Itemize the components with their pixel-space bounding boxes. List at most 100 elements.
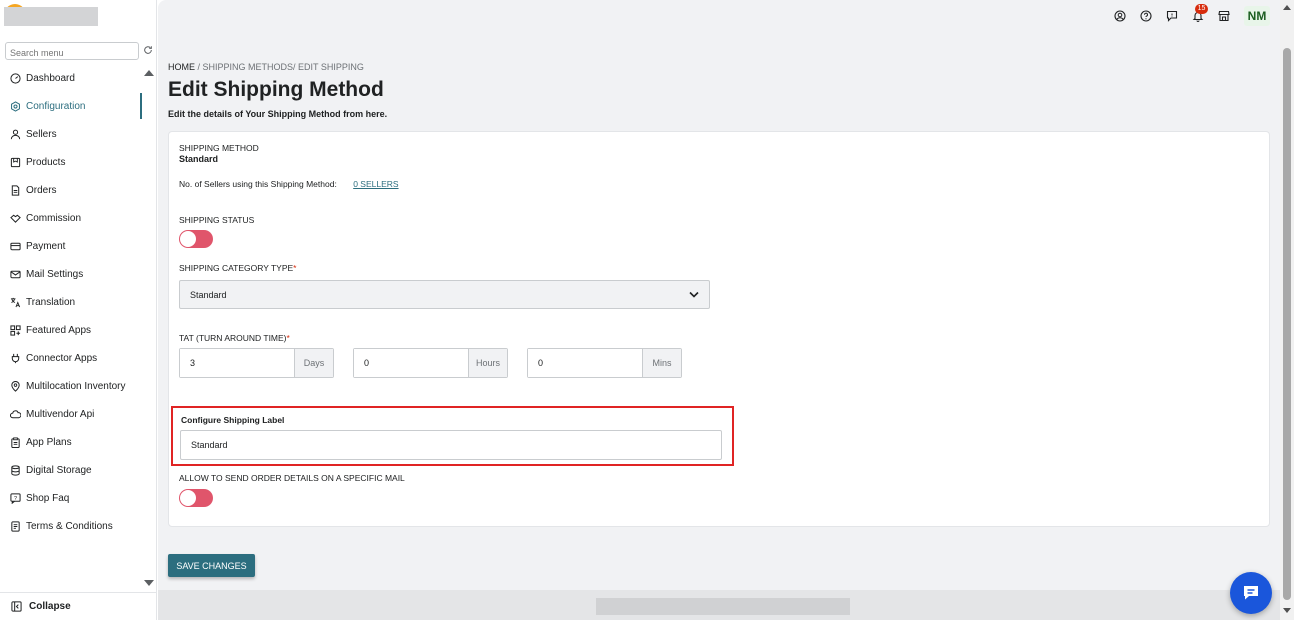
sidebar-item-multilocation-inventory[interactable]: Multilocation Inventory <box>0 372 140 400</box>
toggle-knob <box>180 490 196 506</box>
sidebar-item-mail-settings[interactable]: Mail Settings <box>0 260 140 288</box>
sidebar-item-label: Configuration <box>26 100 86 112</box>
sidebar-item-digital-storage[interactable]: Digital Storage <box>0 456 140 484</box>
sidebar-item-label: Orders <box>26 184 57 196</box>
mail-icon <box>10 270 21 278</box>
sidebar-item-label: Payment <box>26 240 66 252</box>
sidebar-item-translation[interactable]: Translation <box>0 288 140 316</box>
svg-text:?: ? <box>14 495 17 501</box>
required-mark: * <box>293 263 297 273</box>
sidebar-item-featured-apps[interactable]: Featured Apps <box>0 316 140 344</box>
product-icon <box>10 157 21 167</box>
required-mark: * <box>286 333 290 343</box>
chevron-down-icon <box>689 291 699 298</box>
shipping-method-card: SHIPPING METHOD Standard No. of Sellers … <box>168 131 1270 527</box>
shipping-status-label: SHIPPING STATUS <box>179 215 255 225</box>
app-window: Dashboard Configuration Sellers Products… <box>0 0 1294 620</box>
orders-icon <box>11 184 20 196</box>
sidebar-item-commission[interactable]: Commission <box>0 204 140 232</box>
configure-shipping-label-input[interactable] <box>180 430 722 460</box>
breadcrumb: HOME / SHIPPING METHODS/ EDIT SHIPPING <box>168 62 364 72</box>
location-icon <box>11 380 20 392</box>
translate-icon <box>10 297 21 307</box>
apps-icon <box>10 324 21 336</box>
shipping-method-value: Standard <box>179 154 219 164</box>
collapse-icon <box>11 601 22 612</box>
page-scrollbar[interactable] <box>1280 0 1294 620</box>
shipping-method-label: SHIPPING METHOD <box>179 143 259 153</box>
refresh-icon[interactable] <box>143 45 153 55</box>
category-type-label-text: SHIPPING CATEGORY TYPE <box>179 263 294 273</box>
tat-hours-input[interactable] <box>354 349 468 377</box>
sidebar-item-multivendor-api[interactable]: Multivendor Api <box>0 400 140 428</box>
sidebar-item-label: Multivendor Api <box>26 408 95 420</box>
store-button[interactable] <box>1218 9 1232 23</box>
send-order-mail-toggle[interactable] <box>179 489 213 507</box>
notifications-button[interactable]: 15 <box>1192 4 1208 23</box>
send-order-mail-label: ALLOW TO SEND ORDER DETAILS ON A SPECIFI… <box>179 473 405 483</box>
category-type-select[interactable]: Standard <box>179 280 710 309</box>
messages-button[interactable] <box>1166 9 1180 23</box>
chat-icon <box>1244 586 1258 600</box>
account-button[interactable] <box>1114 9 1128 23</box>
handshake-icon <box>10 214 21 223</box>
sidebar-item-shop-faq[interactable]: ? Shop Faq <box>0 484 140 512</box>
configure-shipping-label-title: Configure Shipping Label <box>181 415 285 425</box>
sidebar-item-label: App Plans <box>26 436 72 448</box>
sidebar-item-orders[interactable]: Orders <box>0 176 140 204</box>
sidebar-item-connector-apps[interactable]: Connector Apps <box>0 344 140 372</box>
sellers-using-label: No. of Sellers using this Shipping Metho… <box>179 179 337 189</box>
footer-placeholder <box>596 598 850 615</box>
database-icon <box>11 464 20 476</box>
sidebar-scroll-up-icon[interactable] <box>144 70 154 76</box>
sellers-link[interactable]: 0 SELLERS <box>353 179 398 189</box>
scroll-thumb[interactable] <box>1283 48 1291 600</box>
tat-days-input[interactable] <box>180 349 294 377</box>
sidebar-item-label: Translation <box>26 296 76 308</box>
app-logo <box>4 4 98 26</box>
chat-widget-button[interactable] <box>1230 572 1272 614</box>
tat-hours-unit: Hours <box>468 349 507 377</box>
save-changes-button[interactable]: SAVE CHANGES <box>168 554 255 577</box>
category-type-label: SHIPPING CATEGORY TYPE* <box>179 263 296 273</box>
shipping-status-toggle[interactable] <box>179 230 213 248</box>
category-type-value: Standard <box>190 289 227 300</box>
sidebar-item-dashboard[interactable]: Dashboard <box>0 64 140 92</box>
sidebar-item-configuration[interactable]: Configuration <box>0 92 140 120</box>
scroll-up-arrow-icon[interactable] <box>1283 5 1291 10</box>
breadcrumb-home[interactable]: HOME <box>168 62 195 72</box>
sidebar-scroll-down-icon[interactable] <box>144 580 154 586</box>
faq-icon: ? <box>10 492 21 504</box>
sidebar-item-sellers[interactable]: Sellers <box>0 120 140 148</box>
active-indicator <box>140 93 142 119</box>
search-menu-field[interactable] <box>5 42 139 61</box>
tat-mins-input[interactable] <box>528 349 642 377</box>
sidebar-item-label: Mail Settings <box>26 268 84 280</box>
top-bar: 15 NM <box>1102 4 1270 26</box>
sidebar-item-app-plans[interactable]: App Plans <box>0 428 140 456</box>
breadcrumb-path[interactable]: / SHIPPING METHODS/ EDIT SHIPPING <box>198 62 364 72</box>
collapse-label: Collapse <box>29 601 71 612</box>
sidebar: Dashboard Configuration Sellers Products… <box>0 0 157 620</box>
scroll-down-arrow-icon[interactable] <box>1283 608 1291 613</box>
sidebar-item-label: Shop Faq <box>26 492 70 504</box>
tat-days-unit: Days <box>294 349 333 377</box>
chat-bubble-icon <box>1166 10 1178 22</box>
tat-mins-group: Mins <box>527 348 682 378</box>
sellers-using-row: No. of Sellers using this Shipping Metho… <box>179 179 399 189</box>
collapse-button[interactable]: Collapse <box>0 592 157 620</box>
sidebar-item-products[interactable]: Products <box>0 148 140 176</box>
sidebar-item-terms-conditions[interactable]: Terms & Conditions <box>0 512 140 540</box>
sidebar-item-label: Digital Storage <box>26 464 92 476</box>
sidebar-item-label: Dashboard <box>26 72 75 84</box>
sidebar-item-label: Featured Apps <box>26 324 92 336</box>
tat-days-group: Days <box>179 348 334 378</box>
sidebar-item-label: Multilocation Inventory <box>26 380 126 392</box>
search-menu-input[interactable] <box>6 45 138 61</box>
sidebar-item-label: Connector Apps <box>26 352 98 364</box>
tat-label-text: TAT (TURN AROUND TIME) <box>179 333 287 343</box>
user-avatar[interactable]: NM <box>1244 6 1270 26</box>
configure-shipping-label-section: Configure Shipping Label <box>171 406 734 466</box>
sidebar-item-payment[interactable]: Payment <box>0 232 140 260</box>
help-button[interactable] <box>1140 9 1154 23</box>
